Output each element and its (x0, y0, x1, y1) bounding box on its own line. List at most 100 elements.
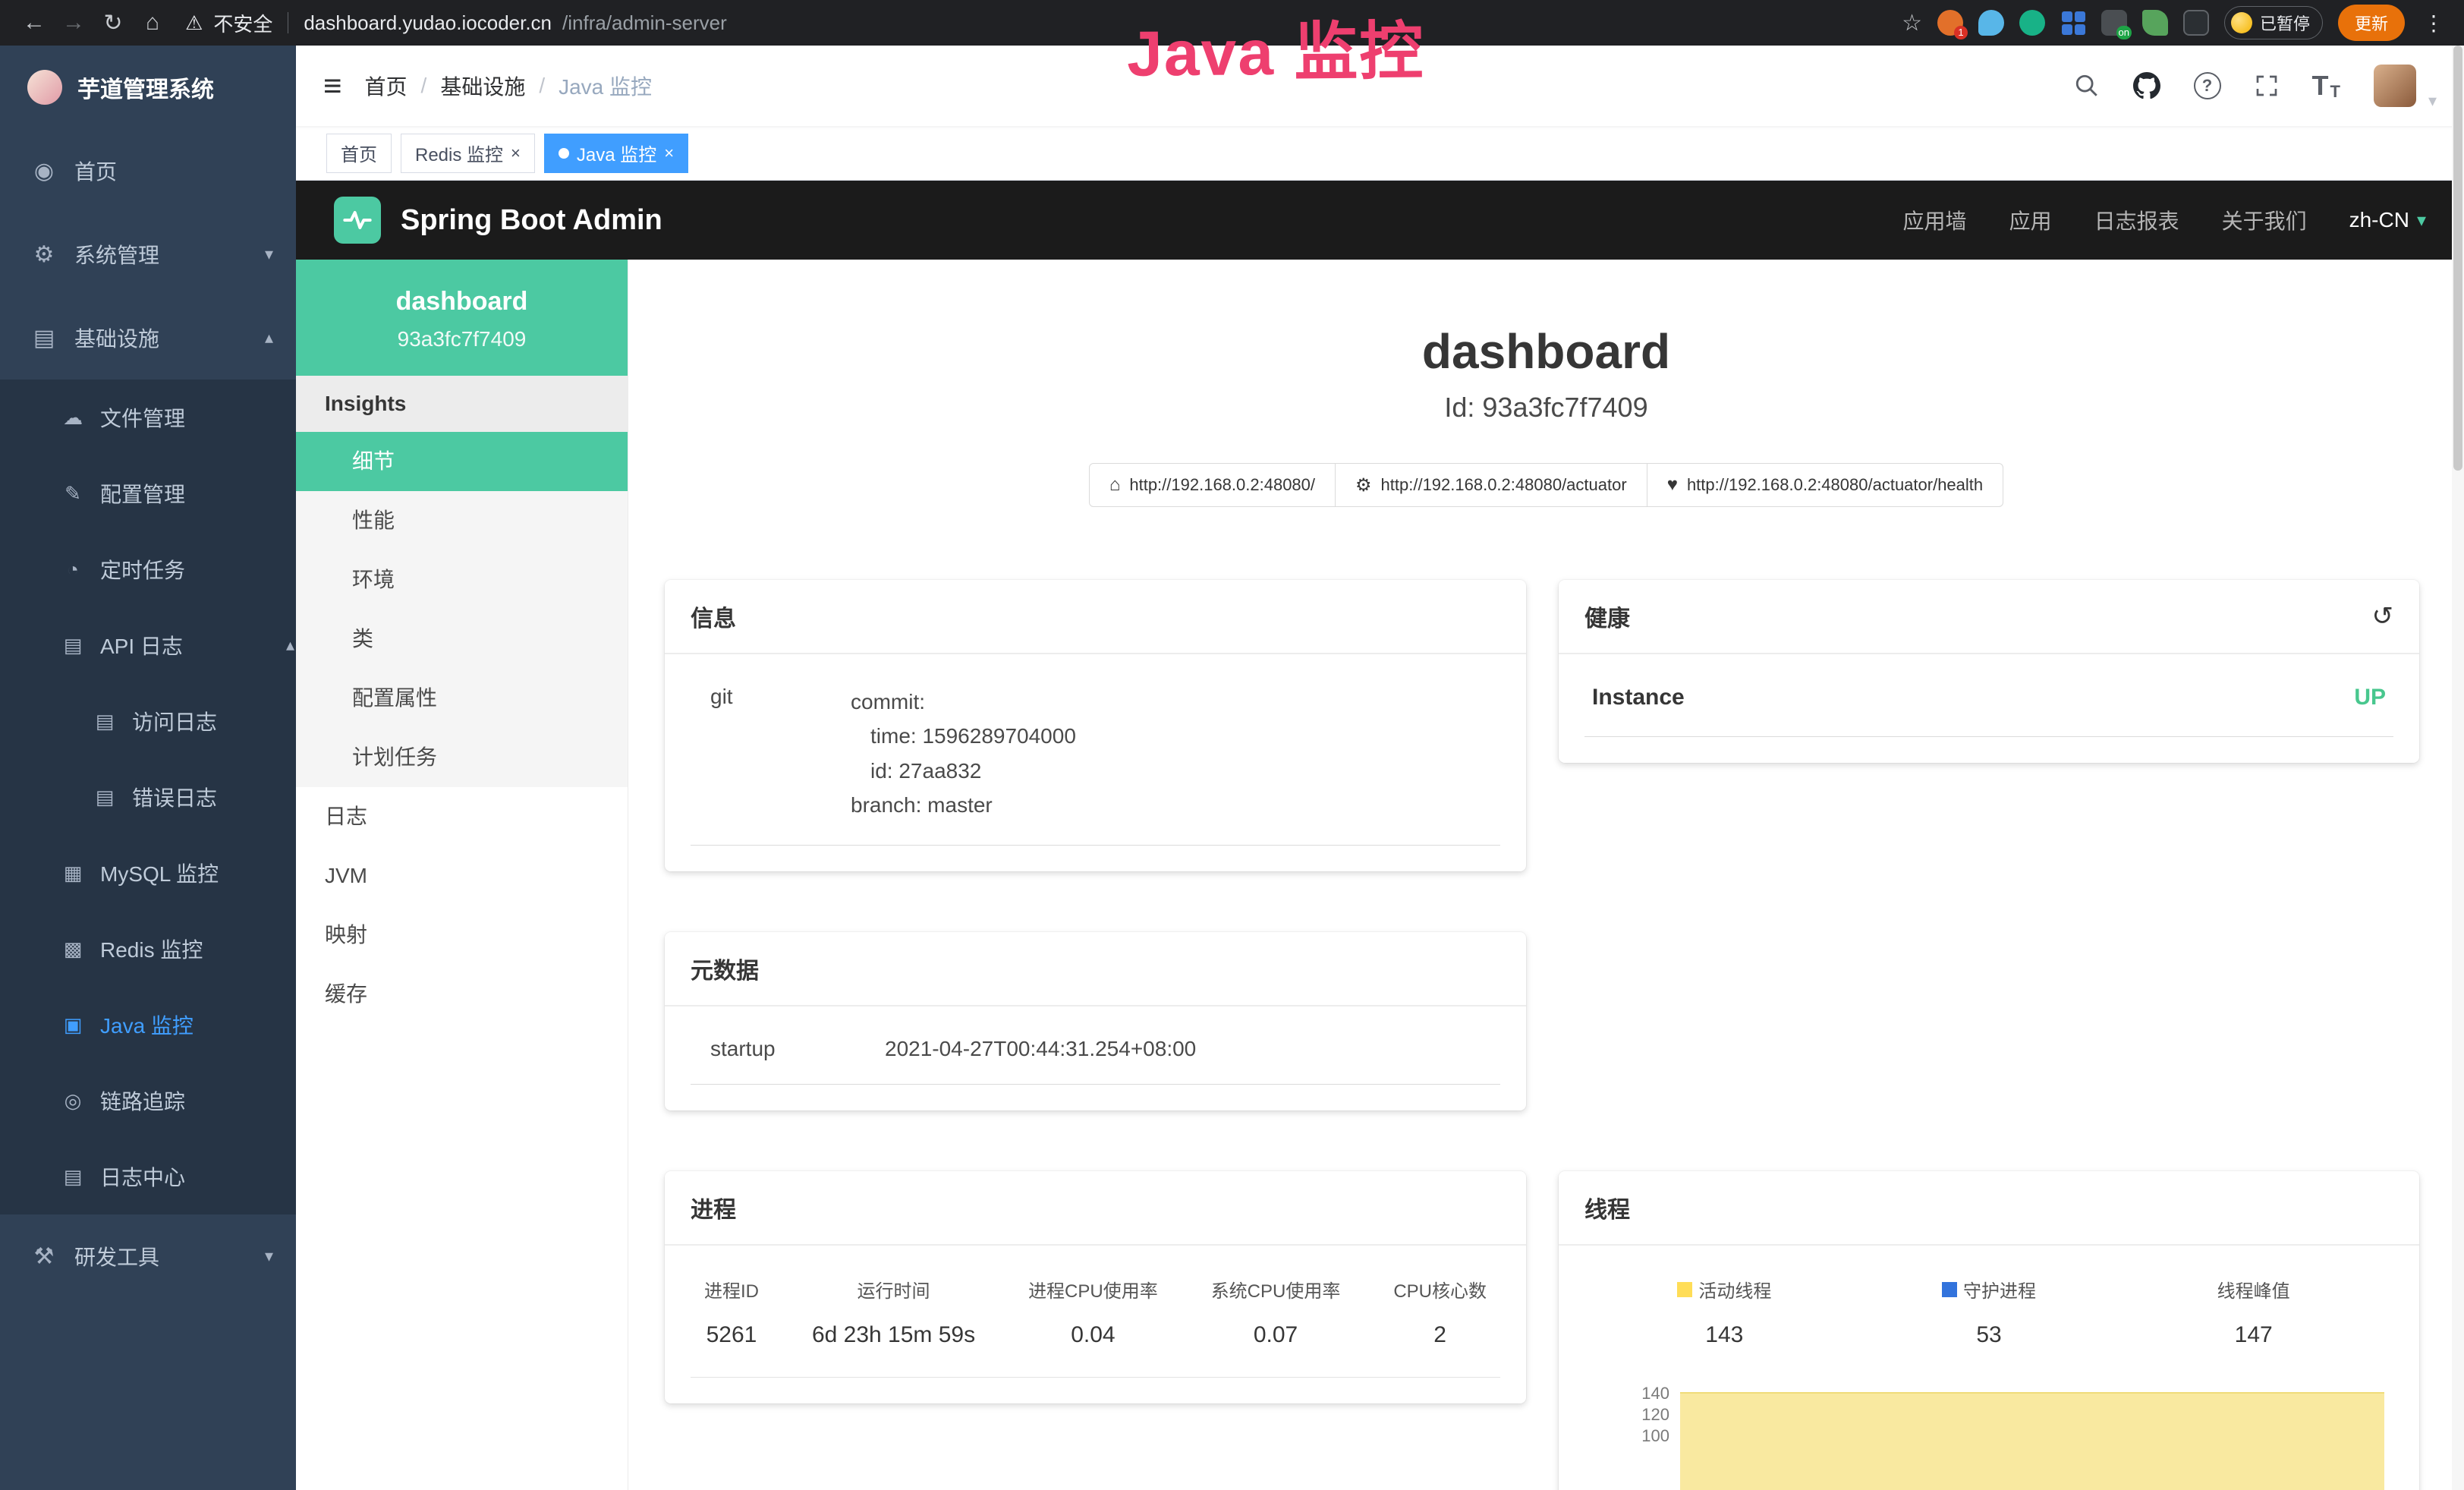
scrollbar-thumb[interactable] (2453, 46, 2462, 471)
search-icon[interactable] (2074, 73, 2100, 99)
log-icon: ▤ (61, 634, 85, 657)
sidebar-item-label: 基础设施 (74, 323, 159, 353)
app-logo-row[interactable]: 芋道管理系统 (0, 46, 296, 129)
stat-value: 6d 23h 15m 59s (812, 1322, 975, 1348)
tab-redis-monitor[interactable]: Redis 监控 × (401, 134, 535, 173)
security-label: 不安全 (213, 9, 272, 37)
sba-locale-select[interactable]: zh-CN ▾ (2349, 208, 2426, 232)
close-icon[interactable]: × (511, 143, 521, 163)
health-url-button[interactable]: ♥ http://192.168.0.2:48080/actuator/heal… (1647, 463, 2003, 507)
sba-item-caches[interactable]: 缓存 (296, 965, 628, 1024)
sidebar-item-label: 配置管理 (100, 478, 185, 509)
close-icon[interactable]: × (664, 143, 674, 163)
sba-item-logs[interactable]: 日志 (296, 787, 628, 846)
card-title: 元数据 (691, 952, 759, 985)
sba-nav-about[interactable]: 关于我们 (2222, 205, 2307, 235)
card-info: 信息 git commit: time: 1596289704000 id: 2… (665, 580, 1526, 871)
extension-icon-3[interactable] (2019, 10, 2045, 36)
chevron-up-icon: ▴ (286, 635, 296, 655)
extension-icon-1[interactable]: 1 (1937, 10, 1963, 36)
bookmark-star-icon[interactable]: ☆ (1902, 10, 1922, 36)
sba-nav: 应用墙 应用 日志报表 关于我们 zh-CN ▾ (1903, 205, 2426, 235)
sidebar-item-log-center[interactable]: ▤ 日志中心 (0, 1139, 296, 1214)
sidebar-item-scheduled-jobs[interactable]: ◔ 定时任务 (0, 531, 296, 607)
hamburger-icon[interactable]: ≡ (323, 70, 342, 102)
sidebar-item-system[interactable]: ⚙ 系统管理 ▾ (0, 213, 296, 296)
extension-icon-7[interactable] (2183, 10, 2209, 36)
browser-home-icon[interactable]: ⌂ (135, 10, 170, 36)
sba-item-metrics[interactable]: 性能 (296, 491, 628, 550)
sidebar-item-file-manage[interactable]: ☁ 文件管理 (0, 380, 296, 455)
sidebar-item-java-monitor[interactable]: ▣ Java 监控 (0, 987, 296, 1063)
card-title: 健康 (1584, 600, 1630, 633)
help-icon[interactable]: ? (2194, 72, 2221, 99)
user-avatar[interactable] (2374, 65, 2416, 107)
sba-item-scheduled-tasks[interactable]: 计划任务 (296, 728, 628, 787)
sba-item-config-props[interactable]: 配置属性 (296, 669, 628, 728)
sba-item-jvm[interactable]: JVM (296, 846, 628, 906)
sidebar-item-access-log[interactable]: ▤ 访问日志 (0, 683, 296, 759)
tab-home[interactable]: 首页 (326, 134, 392, 173)
card-threads-body: 活动线程 143 守护进程 53 线程峰值 14 (1559, 1246, 2419, 1490)
active-tab-dot (559, 148, 569, 159)
extension-icon-5[interactable]: on (2101, 10, 2127, 36)
url-host: dashboard.yudao.iocoder.cn (304, 11, 552, 35)
profile-paused-chip[interactable]: 已暂停 (2224, 6, 2323, 39)
extension-icon-2[interactable] (1978, 10, 2004, 36)
breadcrumb-home[interactable]: 首页 (365, 71, 408, 101)
actuator-url: http://192.168.0.2:48080/actuator (1381, 475, 1627, 495)
sba-item-classes[interactable]: 类 (296, 610, 628, 669)
sba-header: Spring Boot Admin 应用墙 应用 日志报表 关于我们 zh-CN… (296, 181, 2464, 260)
info-key: git (710, 685, 851, 822)
log-icon: ▤ (61, 1165, 85, 1189)
breadcrumb-current: Java 监控 (559, 71, 652, 101)
actuator-url-button[interactable]: ⚙ http://192.168.0.2:48080/actuator (1335, 463, 1647, 507)
browser-menu-icon[interactable]: ⋮ (2420, 11, 2447, 36)
card-title: 线程 (1584, 1191, 1630, 1224)
browser-forward-icon[interactable]: → (56, 10, 91, 36)
breadcrumb-separator: / (539, 74, 545, 98)
extension-icon-6[interactable] (2142, 10, 2168, 36)
browser-reload-icon[interactable]: ↻ (96, 10, 131, 36)
metadata-key: startup (710, 1037, 885, 1061)
card-info-header: 信息 (665, 580, 1526, 654)
tab-java-monitor[interactable]: Java 监控 × (544, 134, 688, 173)
sidebar-submenu-infra: ☁ 文件管理 ✎ 配置管理 ◔ 定时任务 ▤ API 日志 ▴ ▤ (0, 380, 296, 1214)
legend-label: 活动线程 (1698, 1276, 1771, 1303)
sidebar-item-api-log[interactable]: ▤ API 日志 ▴ (0, 607, 296, 683)
card-info-body: git commit: time: 1596289704000 id: 27aa… (665, 654, 1526, 871)
sba-nav-applications[interactable]: 应用 (2009, 205, 2052, 235)
history-icon[interactable]: ↺ (2372, 601, 2394, 632)
sba-nav-journal[interactable]: 日志报表 (2094, 205, 2179, 235)
sba-nav-wallboard[interactable]: 应用墙 (1903, 205, 1967, 235)
sidebar-item-error-log[interactable]: ▤ 错误日志 (0, 759, 296, 835)
fullscreen-icon[interactable] (2255, 74, 2279, 98)
breadcrumb-infra[interactable]: 基础设施 (440, 71, 525, 101)
stat-label: CPU核心数 (1393, 1276, 1487, 1303)
extension-icon-4[interactable] (2060, 10, 2086, 36)
sidebar-item-dev-tools[interactable]: ⚒ 研发工具 ▾ (0, 1214, 296, 1298)
sidebar-item-mysql-monitor[interactable]: ▦ MySQL 监控 (0, 835, 296, 911)
browser-back-icon[interactable]: ← (17, 10, 52, 36)
avatar-caret-icon[interactable]: ▾ (2428, 91, 2437, 111)
sba-item-environment[interactable]: 环境 (296, 550, 628, 610)
browser-update-button[interactable]: 更新 (2338, 5, 2405, 41)
github-icon[interactable] (2133, 72, 2160, 99)
stat-cpu-cores: CPU核心数 2 (1393, 1276, 1487, 1348)
info-line: time: 1596289704000 (851, 719, 1076, 753)
sba-item-details[interactable]: 细节 (296, 432, 628, 491)
service-url-button[interactable]: ⌂ http://192.168.0.2:48080/ (1089, 463, 1336, 507)
sidebar-item-infra[interactable]: ▤ 基础设施 ▴ (0, 296, 296, 380)
stat-value: 2 (1393, 1322, 1487, 1348)
sba-logo-icon[interactable] (334, 197, 381, 244)
sba-instance-header[interactable]: dashboard 93a3fc7f7409 (296, 260, 628, 376)
sidebar-item-redis-monitor[interactable]: ▩ Redis 监控 (0, 911, 296, 987)
font-size-icon[interactable]: TT (2312, 70, 2340, 102)
sidebar-item-trace[interactable]: ◎ 链路追踪 (0, 1063, 296, 1139)
sidebar-item-label: 错误日志 (132, 782, 217, 812)
sidebar-item-config-manage[interactable]: ✎ 配置管理 (0, 455, 296, 531)
sidebar-item-home[interactable]: ◉ 首页 (0, 129, 296, 213)
address-bar[interactable]: ⚠ 不安全 dashboard.yudao.iocoder.cn/infra/a… (185, 9, 1897, 37)
sba-item-mappings[interactable]: 映射 (296, 906, 628, 965)
legend-peak-threads: 线程峰值 147 (2121, 1276, 2386, 1348)
